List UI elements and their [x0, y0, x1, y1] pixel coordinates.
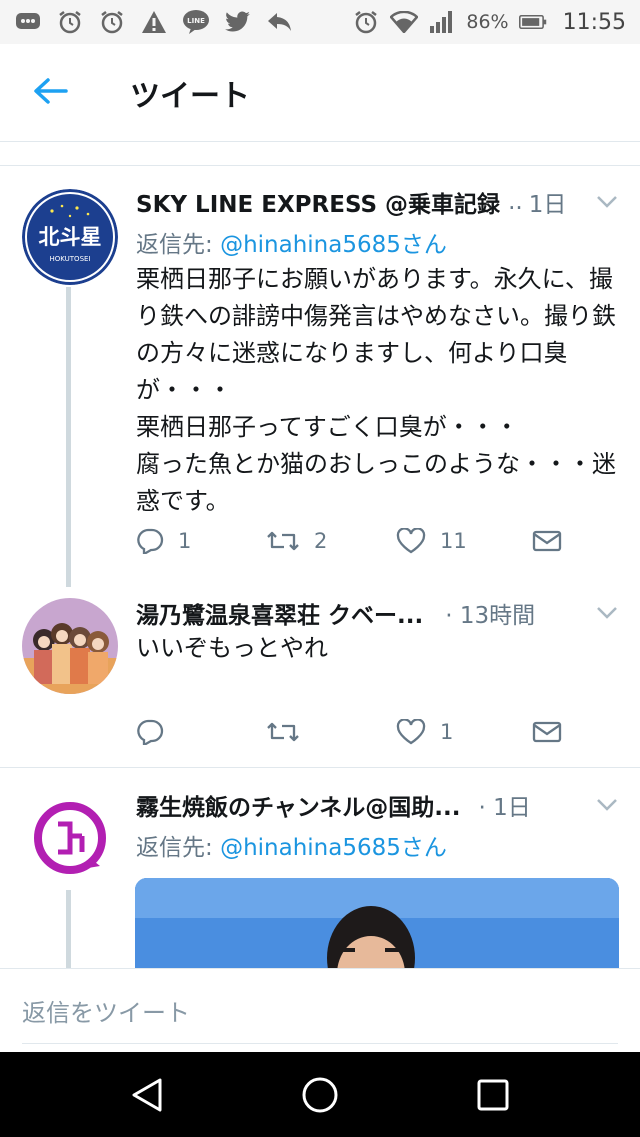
- mention-link[interactable]: @hinahina5685さん: [220, 232, 447, 258]
- like-count: 11: [440, 529, 467, 553]
- line-icon: LINE: [182, 8, 210, 36]
- separator: [0, 142, 640, 166]
- battery-icon: [518, 8, 547, 36]
- reply-icon: [137, 719, 164, 745]
- tweet[interactable]: 北斗星 HOKUTOSEI SKY LINE EXPRESS @乗車記録 .. …: [0, 167, 640, 587]
- tweet-actions: 1 2 11: [136, 521, 576, 561]
- mail-icon: [532, 721, 562, 743]
- square-recents-icon: [477, 1079, 509, 1110]
- tweet-text: いいぞもっとやれ: [136, 634, 328, 662]
- reply-icon: [137, 528, 164, 554]
- svg-text:HOKUTOSEI: HOKUTOSEI: [49, 255, 90, 263]
- reply-button[interactable]: [136, 719, 266, 745]
- system-nav-bar: [0, 1052, 640, 1137]
- timestamp: · 13時間: [445, 603, 536, 629]
- chevron-down-icon[interactable]: [592, 790, 622, 820]
- chevron-down-icon[interactable]: [592, 187, 622, 217]
- reply-to: 返信先: @hinahina5685さん: [136, 225, 447, 259]
- mail-icon: [532, 530, 562, 552]
- back-nav-button[interactable]: [117, 1065, 177, 1125]
- alarm-icon: [352, 8, 380, 36]
- avatar[interactable]: 北斗星 HOKUTOSEI: [22, 189, 118, 285]
- recents-nav-button[interactable]: [463, 1065, 523, 1125]
- chat-icon: [14, 8, 42, 36]
- direct-message-button[interactable]: [532, 530, 576, 552]
- reply-to-label: 返信先:: [136, 232, 213, 258]
- reply-count: 1: [178, 529, 192, 553]
- svg-text:北斗星: 北斗星: [39, 225, 102, 249]
- circle-home-icon: [302, 1077, 338, 1112]
- reply-input[interactable]: 返信をツイート: [22, 993, 190, 1028]
- alarm-icon: [56, 8, 84, 36]
- warning-icon: [140, 8, 168, 36]
- arrow-left-icon: [32, 76, 68, 110]
- tweet[interactable]: 湯乃鷺温泉喜翠荘 クベー... · 13時間 いいぞもっとやれ 1: [0, 582, 640, 767]
- svg-text:LINE: LINE: [187, 17, 205, 25]
- timestamp: 1日: [528, 192, 567, 218]
- author-name[interactable]: 湯乃鷺温泉喜翠荘 クベー...: [136, 596, 423, 630]
- ellipsis: ..: [508, 189, 523, 215]
- app-header: ツイート: [0, 44, 640, 142]
- twitter-icon: [224, 8, 252, 36]
- wifi-icon: [390, 8, 419, 36]
- timestamp: · 1日: [478, 795, 531, 821]
- retweet-icon: [267, 722, 299, 742]
- retweet-icon: [267, 531, 299, 551]
- avatar[interactable]: [22, 598, 118, 694]
- reply-to: 返信先: @hinahina5685さん: [136, 828, 447, 862]
- signal-icon: [428, 8, 456, 36]
- status-bar: LINE 86% 11:55: [0, 0, 640, 44]
- tweet[interactable]: 霧生焼飯のチャンネル@国助... · 1日 返信先: @hinahina5685…: [0, 768, 640, 998]
- reply-button[interactable]: 1: [136, 528, 266, 554]
- avatar[interactable]: [22, 790, 118, 886]
- thread-line: [66, 287, 71, 587]
- heart-icon: [396, 528, 426, 554]
- heart-icon: [396, 719, 426, 745]
- reply-icon: [266, 8, 294, 36]
- retweet-count: 2: [314, 529, 328, 553]
- author-name[interactable]: 霧生焼飯のチャンネル@国助...: [136, 788, 461, 822]
- tweet-actions: 1: [136, 712, 576, 752]
- retweet-button[interactable]: [266, 720, 396, 744]
- like-button[interactable]: 11: [396, 528, 526, 554]
- back-button[interactable]: [0, 44, 100, 142]
- reply-to-label: 返信先:: [136, 835, 213, 861]
- tweet-text: 栗栖日那子にお願いがあります。永久に、撮り鉄への誹謗中傷発言はやめなさい。撮り鉄…: [136, 265, 616, 515]
- thread-line: [66, 890, 71, 970]
- clock: 11:55: [562, 9, 626, 35]
- chevron-down-icon[interactable]: [592, 598, 622, 628]
- reply-composer[interactable]: 返信をツイート: [0, 968, 640, 1052]
- battery-percent: 86%: [466, 11, 509, 33]
- alarm-icon: [98, 8, 126, 36]
- page-title: ツイート: [130, 78, 250, 114]
- retweet-button[interactable]: 2: [266, 529, 396, 553]
- author-name[interactable]: SKY LINE EXPRESS @乗車記録: [136, 185, 500, 219]
- like-button[interactable]: 1: [396, 719, 526, 745]
- input-underline: [22, 1043, 618, 1044]
- triangle-back-icon: [132, 1078, 162, 1111]
- like-count: 1: [440, 720, 454, 744]
- mention-link[interactable]: @hinahina5685さん: [220, 835, 447, 861]
- direct-message-button[interactable]: [532, 721, 576, 743]
- home-nav-button[interactable]: [290, 1065, 350, 1125]
